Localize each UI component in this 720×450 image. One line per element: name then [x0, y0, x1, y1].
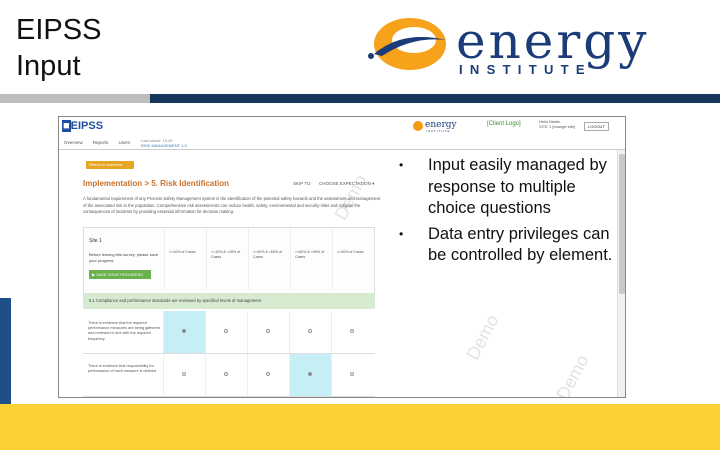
response-radio[interactable]	[331, 354, 373, 396]
header-band-gray	[0, 94, 150, 103]
user-info: Hello Martin SITE 1 [change site]	[539, 119, 575, 129]
survey-card: Site 1 Before leaving this survey, pleas…	[83, 227, 375, 299]
tab-reports[interactable]: Reports	[88, 137, 114, 149]
app-header: ■EIPSS energy INSTITUTE [Client Logo] He…	[59, 117, 625, 137]
nav-info: Last saved: 10:30 RISK MANAGEMENT 1.0	[141, 138, 187, 148]
response-radio[interactable]	[163, 354, 205, 396]
scrollbar-thumb[interactable]	[619, 154, 625, 294]
response-grid: There is evidence that the required perf…	[83, 311, 375, 397]
bullet-item: • Data entry privileges can be controlled…	[398, 224, 616, 267]
mini-energy-logo: energy INSTITUTE	[413, 120, 477, 134]
bullet-list: • Input easily managed by response to mul…	[398, 155, 616, 271]
bullet-icon: •	[399, 226, 404, 241]
swoosh-icon	[413, 121, 423, 131]
column-divider	[206, 228, 207, 290]
bullet-icon: •	[399, 158, 404, 172]
response-radio[interactable]	[247, 354, 289, 396]
left-accent-bar	[0, 298, 11, 416]
eipss-logo[interactable]: ■EIPSS	[62, 120, 103, 132]
bullet-text: Input easily managed by response to mult…	[428, 156, 607, 217]
tab-users[interactable]: Users	[114, 137, 136, 149]
logout-button[interactable]: LOGOUT	[584, 122, 609, 131]
save-reminder: Before leaving this survey, please save …	[89, 252, 159, 263]
module-link[interactable]: RISK MANAGEMENT 1.0	[141, 143, 187, 148]
column-divider	[332, 228, 333, 290]
change-site-link[interactable]: SITE 1 [change site]	[539, 124, 575, 129]
client-logo: [Client Logo]	[487, 121, 521, 127]
option-header: >=40% & <60% of Cases	[253, 250, 283, 259]
mini-logo-sub: INSTITUTE	[426, 129, 451, 133]
response-radio[interactable]	[163, 311, 205, 353]
requirement-bar: 5.1 Compliance and performance standards…	[83, 293, 375, 309]
response-radio[interactable]	[205, 354, 247, 396]
logo-subtitle: INSTITUTE	[459, 62, 592, 77]
energy-institute-logo: energy INSTITUTE	[362, 10, 712, 80]
save-progress-label: SAVE YOUR PROGRESS	[96, 272, 143, 277]
section-title: Implementation > 5. Risk Identification	[83, 179, 230, 188]
table-row: There is evidence that responsibility fo…	[83, 354, 375, 397]
skip-to-label: SKIP TO	[293, 181, 311, 186]
slide-title: EIPSS Input	[16, 14, 102, 82]
chevron-down-icon: ▾	[372, 181, 375, 186]
question-text: There is evidence that responsibility fo…	[88, 364, 156, 374]
question-text: There is evidence that the required perf…	[88, 321, 160, 341]
divider	[59, 149, 625, 150]
response-radio[interactable]	[205, 311, 247, 353]
response-radio[interactable]	[331, 311, 373, 353]
bullet-text: Data entry privileges can be controlled …	[428, 224, 613, 265]
save-progress-button[interactable]: ▶ SAVE YOUR PROGRESS	[89, 270, 151, 279]
option-header: >=90% of Cases	[337, 250, 364, 254]
response-radio[interactable]	[289, 354, 331, 396]
bullet-item: • Input easily managed by response to mul…	[398, 155, 616, 220]
demo-watermark: Demo	[462, 311, 503, 364]
footer-band	[0, 404, 720, 450]
option-header: >=10% & <40% of Cases	[211, 250, 241, 259]
response-radio[interactable]	[289, 311, 331, 353]
option-header: >=60% & <90% of Cases	[295, 250, 325, 259]
column-divider	[290, 228, 291, 290]
site-label: Site 1	[89, 238, 102, 244]
swoosh-icon	[368, 18, 446, 70]
table-row: There is evidence that the required perf…	[83, 311, 375, 354]
logo-wordmark: energy	[456, 12, 650, 70]
header-band-navy	[150, 94, 720, 103]
option-header: <=10% of Cases	[169, 250, 196, 254]
tab-overview[interactable]: Overview	[59, 137, 88, 149]
demo-watermark: Demo	[552, 351, 593, 398]
return-to-overview-button[interactable]: Return to overview	[86, 161, 134, 169]
response-radio[interactable]	[247, 311, 289, 353]
column-divider	[164, 228, 165, 290]
column-divider	[248, 228, 249, 290]
scrollbar[interactable]	[617, 150, 625, 397]
